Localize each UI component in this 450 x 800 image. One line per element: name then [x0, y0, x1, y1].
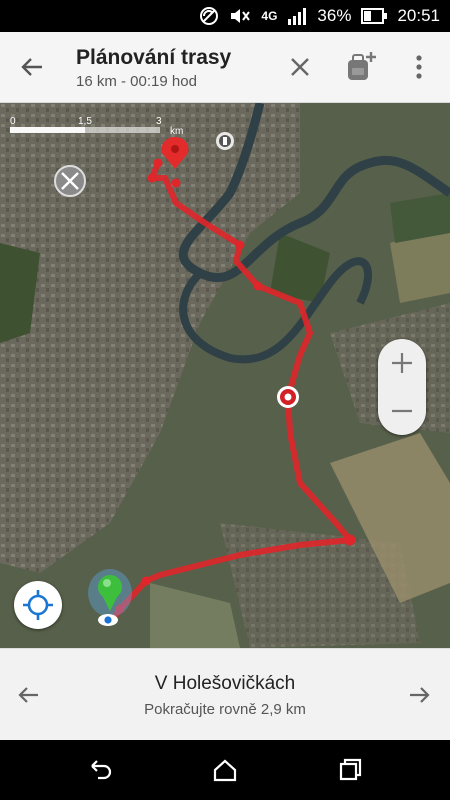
signal-icon — [287, 7, 307, 25]
scale-label-0: 0 — [10, 116, 16, 127]
waypoint — [141, 576, 151, 586]
clock: 20:51 — [397, 6, 440, 25]
system-recents-button[interactable] — [334, 754, 366, 786]
back-icon — [91, 760, 112, 780]
system-navigation-bar — [0, 740, 450, 800]
backpack-add-icon — [348, 52, 376, 80]
page-title: Plánování trasy — [76, 46, 232, 69]
close-button[interactable] — [285, 52, 315, 82]
map-view[interactable]: 0 1,5 3 km — [0, 103, 450, 648]
zoom-out-button[interactable] — [378, 387, 426, 435]
route-summary: 16 km - 00:19 hod — [76, 73, 197, 90]
instruction-panel: V Holešovičkách Pokračujte rovně 2,9 km — [0, 648, 450, 741]
current-step-marker — [277, 386, 299, 408]
plus-icon — [392, 353, 412, 373]
battery-percent: 36% — [317, 6, 352, 25]
waypoint — [153, 158, 163, 168]
scale-label-1-5: 1,5 — [78, 116, 92, 127]
recents-icon — [339, 758, 362, 781]
home-icon — [213, 759, 237, 782]
more-options-button[interactable] — [405, 50, 433, 84]
battery-icon — [361, 8, 388, 24]
app-bar: Plánování trasy 16 km - 00:19 hod — [0, 32, 450, 103]
waypoint — [235, 240, 245, 250]
close-icon — [291, 58, 309, 76]
waypoint — [171, 178, 181, 188]
zoom-in-button[interactable] — [378, 339, 426, 387]
arrow-right-icon — [410, 687, 430, 703]
poi-icon[interactable] — [216, 132, 234, 150]
waypoint — [147, 173, 157, 183]
add-to-backpack-button[interactable] — [342, 48, 378, 84]
system-back-button[interactable] — [84, 754, 116, 786]
status-bar: 4G 36% 20:51 — [0, 0, 450, 32]
system-home-button[interactable] — [209, 754, 241, 786]
waypoint — [253, 281, 263, 291]
network-type-label: 4G — [261, 9, 278, 23]
scale-unit: km — [170, 126, 183, 137]
my-location-button[interactable] — [14, 581, 62, 629]
instruction-text: Pokračujte rovně 2,9 km — [144, 701, 306, 718]
start-marker-icon[interactable] — [88, 569, 132, 617]
next-step-button[interactable] — [404, 679, 436, 711]
back-button[interactable] — [14, 49, 50, 85]
arrow-left-icon — [21, 58, 42, 76]
crosshair-icon — [23, 590, 53, 620]
minus-icon — [392, 409, 412, 413]
zoom-controls — [378, 339, 426, 435]
no-disturb-icon — [199, 6, 219, 26]
eye-icon — [98, 614, 118, 626]
waypoint — [344, 534, 356, 546]
more-vert-icon — [416, 55, 422, 79]
restaurant-poi-icon[interactable] — [54, 165, 86, 197]
scale-label-3: 3 — [156, 116, 162, 127]
street-name: V Holešovičkách — [154, 673, 296, 694]
mute-icon — [229, 6, 251, 26]
